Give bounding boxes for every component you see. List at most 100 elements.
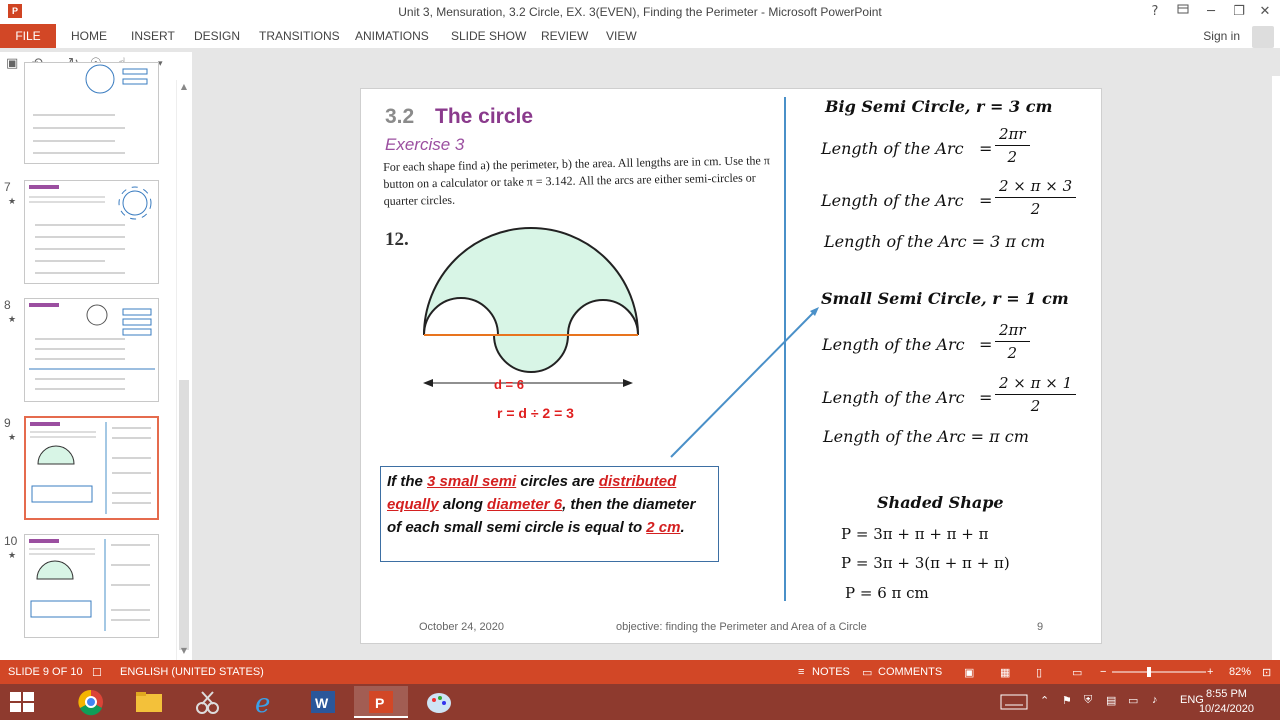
zoom-level[interactable]: 82% — [1229, 666, 1251, 678]
notes-button[interactable]: NOTES — [812, 666, 850, 678]
small-semicircle-heading: Small Semi Circle, r = 1 cm — [821, 289, 1069, 308]
explanation-text: circles are — [516, 473, 599, 490]
tab-review[interactable]: REVIEW — [541, 29, 588, 43]
tab-animations[interactable]: ANIMATIONS — [355, 29, 429, 43]
explanation-text: along — [438, 496, 488, 513]
perimeter-line-3: P = 6 π cm — [845, 584, 929, 602]
close-button[interactable]: ✕ — [1252, 3, 1278, 21]
volume-icon[interactable]: ♪ — [1152, 694, 1158, 706]
arc-length-label: Length of the Arc — [821, 191, 964, 210]
slide-counter: SLIDE 9 OF 10 — [8, 666, 83, 678]
big-arc-result: Length of the Arc = 3 π cm — [824, 232, 1046, 251]
arrow-left-icon — [423, 379, 433, 387]
fraction-denominator: 2 — [1030, 397, 1041, 415]
slide-editing-area: 3.2 The circle Exercise 3 For each shape… — [192, 76, 1280, 660]
restore-button[interactable]: ❐ — [1226, 3, 1252, 21]
comments-button[interactable]: COMMENTS — [878, 666, 942, 678]
file-explorer-taskbar-button[interactable] — [122, 686, 176, 718]
comments-icon[interactable]: ▭ — [862, 666, 872, 679]
ribbon-options-icon — [1177, 4, 1189, 14]
perimeter-line-2: P = 3π + 3(π + π + π) — [841, 554, 1010, 572]
fit-slide-icon[interactable]: ⊡ — [1262, 666, 1271, 679]
chrome-taskbar-button[interactable] — [64, 686, 118, 718]
slide-thumbnail-9[interactable] — [24, 416, 159, 520]
sign-in-link[interactable]: Sign in — [1203, 29, 1240, 43]
tab-design[interactable]: DESIGN — [194, 29, 240, 43]
footer-date: October 24, 2020 — [419, 621, 505, 633]
flag-icon[interactable]: ⚑ — [1062, 694, 1072, 707]
fraction-numerator: 2πr — [995, 321, 1030, 342]
arc-formula-fraction: 2πr 2 — [995, 321, 1030, 362]
language-indicator[interactable]: ENGLISH (UNITED STATES) — [120, 666, 264, 678]
tab-insert[interactable]: INSERT — [131, 29, 175, 43]
slide-9-preview — [30, 422, 151, 514]
tab-slide-show[interactable]: SLIDE SHOW — [451, 29, 526, 43]
windows-start-icon[interactable] — [8, 690, 36, 714]
battery-icon[interactable]: ▭ — [1128, 694, 1138, 707]
arrow-right-icon — [623, 379, 633, 387]
internet-explorer-taskbar-button[interactable]: e — [238, 686, 292, 719]
snipping-tool-taskbar-button[interactable] — [180, 686, 234, 718]
footer-slide-number: 9 — [1037, 621, 1044, 633]
equals-sign: = — [979, 191, 993, 210]
scroll-up-icon[interactable]: ▲ — [178, 82, 190, 94]
current-slide[interactable]: 3.2 The circle Exercise 3 For each shape… — [360, 88, 1102, 644]
network-icon[interactable]: ▤ — [1106, 694, 1116, 707]
notes-icon[interactable]: ≡ — [798, 666, 804, 678]
slide-10-preview — [29, 539, 150, 631]
explanation-highlight: diameter 6 — [487, 496, 563, 513]
tab-transitions[interactable]: TRANSITIONS — [259, 29, 340, 43]
clock-time: 8:55 PM — [1205, 688, 1247, 700]
thumbnail-scrollbar[interactable]: ▲ ▼ — [176, 80, 190, 660]
word-taskbar-button[interactable]: W — [296, 686, 350, 718]
powerpoint-taskbar-button[interactable]: P — [354, 686, 408, 718]
spelling-check-icon[interactable]: ☐ — [92, 666, 102, 679]
slide-thumbnail-7[interactable] — [24, 180, 159, 284]
folder-icon — [136, 692, 162, 712]
tab-home[interactable]: HOME — [71, 29, 107, 43]
tab-view[interactable]: VIEW — [606, 29, 637, 43]
tab-file[interactable]: FILE — [0, 24, 56, 48]
column-divider — [784, 97, 786, 601]
chrome-icon — [78, 689, 103, 716]
keyboard-icon[interactable] — [1000, 693, 1028, 711]
zoom-in-icon[interactable]: + — [1207, 666, 1213, 678]
scroll-down-icon[interactable]: ▼ — [178, 646, 190, 658]
slide-sorter-icon[interactable]: ▦ — [1000, 666, 1010, 679]
animation-star-icon: ★ — [8, 433, 17, 443]
scrollbar-thumb[interactable] — [179, 380, 189, 650]
slide-thumbnail-6[interactable] — [24, 62, 159, 164]
show-hidden-icons[interactable]: ⌃ — [1040, 694, 1049, 707]
slide-thumbnail-pane: 7 ★ 8 ★ 9 ★ 10 ★ ▲ ▼ — [0, 62, 192, 660]
status-bar: SLIDE 9 OF 10 ☐ ENGLISH (UNITED STATES) … — [0, 660, 1280, 684]
fraction-numerator: 2 × π × 1 — [995, 374, 1077, 395]
save-icon[interactable]: ▣ — [6, 56, 18, 71]
powerpoint-window: P Unit 3, Mensuration, 3.2 Circle, EX. 3… — [0, 0, 1280, 720]
reading-view-icon[interactable]: ▯ — [1036, 666, 1042, 679]
animation-star-icon: ★ — [8, 315, 17, 325]
animation-star-icon: ★ — [8, 197, 17, 207]
arc-substitution-fraction: 2 × π × 1 2 — [995, 374, 1077, 415]
slideshow-icon[interactable]: ▭ — [1072, 666, 1082, 679]
system-clock[interactable]: 8:55 PM 10/24/2020 — [1199, 687, 1254, 717]
zoom-slider[interactable] — [1112, 666, 1206, 678]
minimize-button[interactable]: ─ — [1198, 3, 1224, 21]
svg-text:e: e — [255, 689, 270, 718]
normal-view-icon[interactable]: ▣ — [964, 666, 974, 679]
svg-text:W: W — [315, 695, 329, 711]
user-avatar-icon[interactable] — [1252, 26, 1274, 48]
footer-objective: objective: finding the Perimeter and Are… — [616, 621, 867, 633]
help-button[interactable]: ? — [1142, 3, 1168, 21]
ribbon-display-options-button[interactable] — [1170, 3, 1196, 21]
connector-arrow — [670, 309, 817, 458]
right-edge-strip — [1272, 76, 1280, 660]
slide-thumbnail-10[interactable] — [24, 534, 159, 638]
shield-icon[interactable]: ⛨ — [1084, 694, 1092, 707]
explanation-text: If the — [387, 473, 427, 490]
arc-substitution-fraction: 2 × π × 3 2 — [995, 177, 1077, 218]
slide-thumbnail-8[interactable] — [24, 298, 159, 402]
zoom-out-icon[interactable]: − — [1100, 666, 1106, 678]
explanation-box: If the 3 small semi circles are distribu… — [380, 466, 719, 562]
paint-taskbar-button[interactable] — [412, 686, 466, 718]
radius-label: r = d ÷ 2 = 3 — [497, 405, 574, 421]
